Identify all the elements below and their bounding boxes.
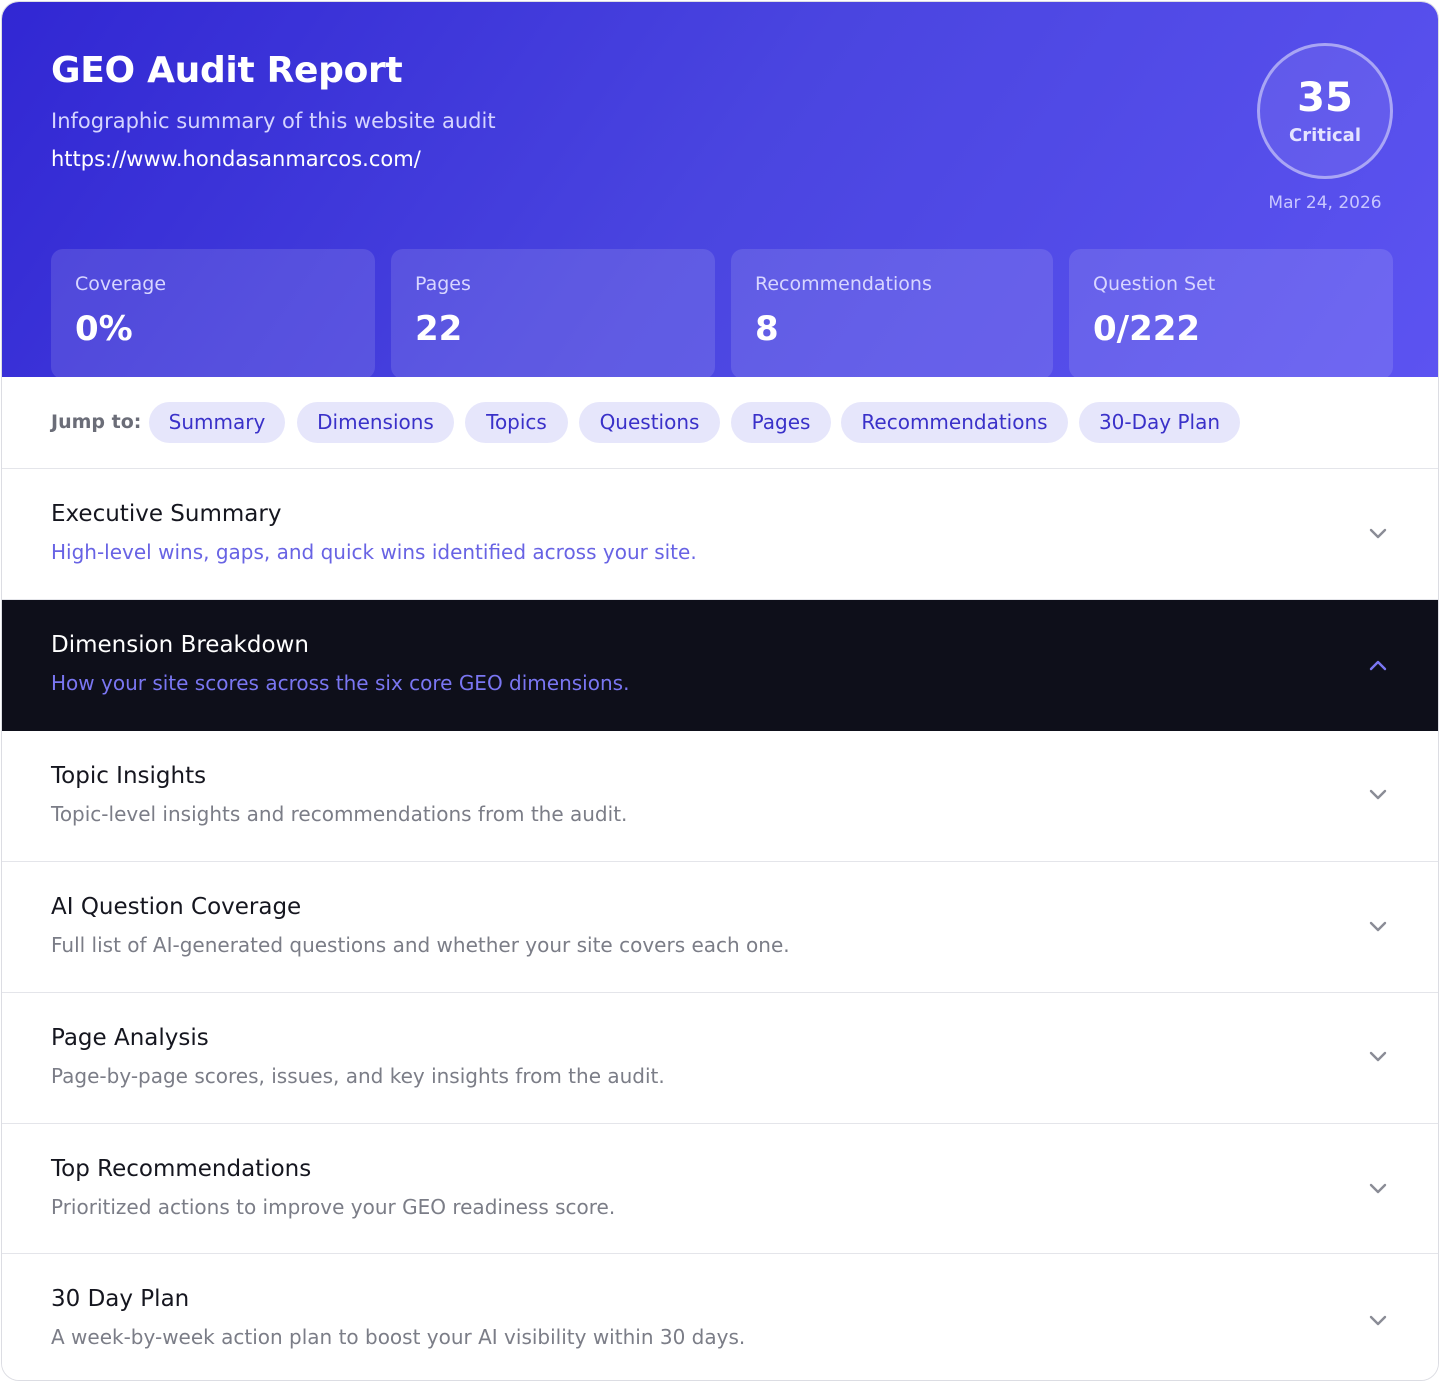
chevron-up-icon[interactable] [1366,654,1390,678]
section-description: Page-by-page scores, issues, and key ins… [51,1064,665,1088]
audit-report-card: GEO Audit Report Infographic summary of … [1,1,1439,1381]
section-dimension-breakdown[interactable]: Dimension Breakdown How your site scores… [2,600,1438,731]
stat-label: Pages [415,273,471,295]
stat-value: 0% [75,309,133,349]
chevron-down-icon[interactable] [1366,1176,1390,1200]
chevron-down-icon[interactable] [1366,782,1390,806]
report-header: GEO Audit Report Infographic summary of … [2,2,1438,379]
section-ai-question-coverage[interactable]: AI Question Coverage Full list of AI-gen… [2,862,1438,993]
jump-label: Jump to: [51,411,142,433]
report-subtitle: Infographic summary of this website audi… [51,109,496,133]
chevron-down-icon[interactable] [1366,521,1390,545]
jump-link-30-day-plan[interactable]: 30-Day Plan [1079,402,1240,443]
stat-card-question-set: Question Set 0/222 [1069,249,1393,379]
section-title: Page Analysis [51,1025,209,1051]
stat-card-recommendations: Recommendations 8 [731,249,1053,379]
jump-link-pages[interactable]: Pages [731,402,831,443]
section-description: How your site scores across the six core… [51,671,630,695]
section-top-recommendations[interactable]: Top Recommendations Prioritized actions … [2,1124,1438,1254]
stat-label: Recommendations [755,273,932,295]
audited-url: https://www.hondasanmarcos.com/ [51,147,421,171]
score-value: 35 [1297,75,1353,121]
stat-value: 22 [415,309,463,349]
stat-card-pages: Pages 22 [391,249,715,379]
section-30-day-plan[interactable]: 30 Day Plan A week-by-week action plan t… [2,1254,1438,1380]
score-badge: 35 Critical [1257,43,1393,179]
section-executive-summary[interactable]: Executive Summary High-level wins, gaps,… [2,469,1438,600]
report-date: Mar 24, 2026 [1268,193,1382,213]
chevron-down-icon[interactable] [1366,914,1390,938]
page-title: GEO Audit Report [51,50,403,91]
jump-link-summary[interactable]: Summary [149,402,285,443]
score-status: Critical [1288,125,1362,146]
jump-link-dimensions[interactable]: Dimensions [297,402,454,443]
chevron-down-icon[interactable] [1366,1044,1390,1068]
jump-link-recommendations[interactable]: Recommendations [841,402,1068,443]
chevron-down-icon[interactable] [1366,1308,1390,1332]
jump-link-questions[interactable]: Questions [579,402,720,443]
section-title: AI Question Coverage [51,894,302,920]
stat-value: 0/222 [1093,309,1201,349]
section-topic-insights[interactable]: Topic Insights Topic-level insights and … [2,731,1438,862]
section-title: Dimension Breakdown [51,632,309,658]
section-page-analysis[interactable]: Page Analysis Page-by-page scores, issue… [2,993,1438,1124]
section-title: Topic Insights [51,763,207,789]
section-description: A week-by-week action plan to boost your… [51,1325,746,1349]
section-title: Executive Summary [51,501,282,527]
stat-label: Question Set [1093,273,1216,295]
stat-card-coverage: Coverage 0% [51,249,375,379]
stat-value: 8 [755,309,779,349]
jump-link-topics[interactable]: Topics [465,402,568,443]
section-title: 30 Day Plan [51,1286,190,1312]
section-description: Prioritized actions to improve your GEO … [51,1195,616,1219]
section-description: Topic-level insights and recommendations… [51,802,628,826]
jump-nav: Jump to: Summary Dimensions Topics Quest… [2,377,1438,469]
section-title: Top Recommendations [51,1156,312,1182]
section-description: High-level wins, gaps, and quick wins id… [51,540,697,564]
stat-label: Coverage [75,273,167,295]
section-description: Full list of AI-generated questions and … [51,933,790,957]
